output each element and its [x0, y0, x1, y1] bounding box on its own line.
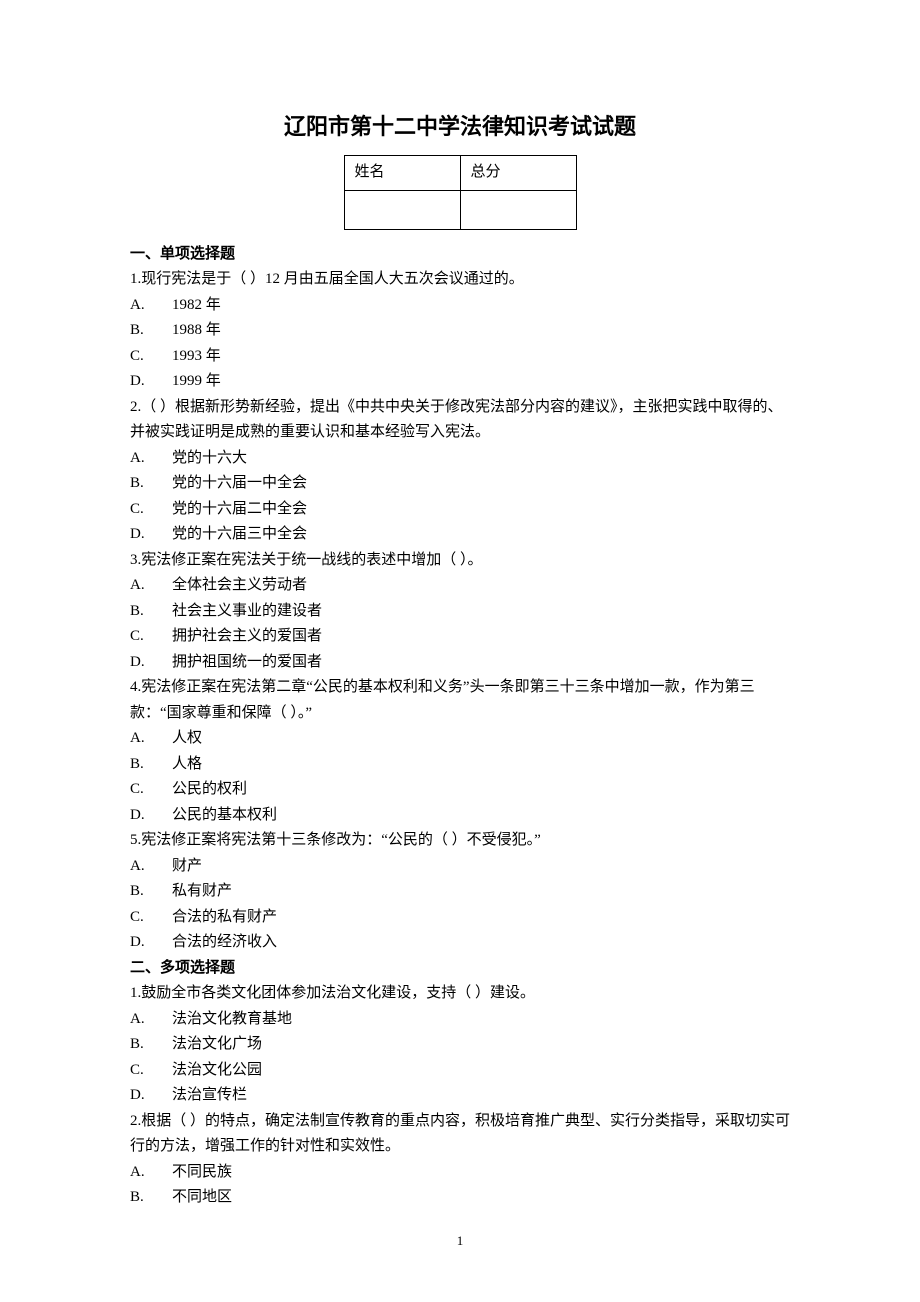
score-header: 总分: [460, 156, 576, 191]
section-2-heading: 二、多项选择题: [130, 956, 790, 982]
table-row: 姓名 总分: [344, 156, 576, 191]
option-text: 人权: [172, 730, 202, 746]
s1-q5-option-b[interactable]: B.私有财产: [130, 879, 790, 905]
option-text: 拥护祖国统一的爱国者: [172, 654, 322, 670]
s2-q1-option-d[interactable]: D.法治宣传栏: [130, 1083, 790, 1109]
s2-q1-option-c[interactable]: C.法治文化公园: [130, 1058, 790, 1084]
option-text: 社会主义事业的建设者: [172, 603, 322, 619]
option-text: 1988 年: [172, 322, 221, 338]
option-text: 不同地区: [172, 1189, 232, 1205]
s1-q1-option-d[interactable]: D.1999 年: [130, 369, 790, 395]
page-number: 1: [0, 1230, 920, 1252]
option-letter: B.: [130, 752, 172, 778]
option-letter: B.: [130, 1032, 172, 1058]
s1-q5-option-c[interactable]: C.合法的私有财产: [130, 905, 790, 931]
s1-q2-option-b[interactable]: B.党的十六届一中全会: [130, 471, 790, 497]
s2-q1-text: 1.鼓励全市各类文化团体参加法治文化建设，支持（ ）建设。: [130, 981, 790, 1007]
s2-q1-option-b[interactable]: B.法治文化广场: [130, 1032, 790, 1058]
s1-q5-option-a[interactable]: A.财产: [130, 854, 790, 880]
option-text: 财产: [172, 858, 202, 874]
option-text: 党的十六届一中全会: [172, 475, 307, 491]
s2-q2-text: 2.根据（ ）的特点，确定法制宣传教育的重点内容，积极培育推广典型、实行分类指导…: [130, 1109, 790, 1160]
s1-q2-text: 2.（ ）根据新形势新经验，提出《中共中央关于修改宪法部分内容的建议》，主张把实…: [130, 395, 790, 446]
s1-q3-option-b[interactable]: B.社会主义事业的建设者: [130, 599, 790, 625]
option-text: 合法的经济收入: [172, 934, 277, 950]
option-letter: D.: [130, 803, 172, 829]
option-text: 公民的基本权利: [172, 807, 277, 823]
s1-q4-option-b[interactable]: B.人格: [130, 752, 790, 778]
option-letter: A.: [130, 446, 172, 472]
option-text: 法治文化教育基地: [172, 1011, 292, 1027]
option-letter: C.: [130, 497, 172, 523]
s1-q4-option-a[interactable]: A.人权: [130, 726, 790, 752]
option-letter: A.: [130, 1007, 172, 1033]
s1-q1-text: 1.现行宪法是于（ ）12 月由五届全国人大五次会议通过的。: [130, 267, 790, 293]
s2-q2-option-a[interactable]: A.不同民族: [130, 1160, 790, 1186]
s2-q1-option-a[interactable]: A.法治文化教育基地: [130, 1007, 790, 1033]
option-text: 党的十六届二中全会: [172, 501, 307, 517]
option-letter: A.: [130, 1160, 172, 1186]
s1-q1-option-b[interactable]: B.1988 年: [130, 318, 790, 344]
info-table: 姓名 总分: [344, 155, 577, 230]
s1-q2-option-d[interactable]: D.党的十六届三中全会: [130, 522, 790, 548]
option-letter: B.: [130, 1185, 172, 1211]
option-text: 私有财产: [172, 883, 232, 899]
option-letter: B.: [130, 879, 172, 905]
s1-q3-text: 3.宪法修正案在宪法关于统一战线的表述中增加（ ）。: [130, 548, 790, 574]
s1-q4-option-d[interactable]: D.公民的基本权利: [130, 803, 790, 829]
s1-q3-option-c[interactable]: C.拥护社会主义的爱国者: [130, 624, 790, 650]
option-letter: D.: [130, 522, 172, 548]
s2-q2-option-b[interactable]: B.不同地区: [130, 1185, 790, 1211]
s1-q3-option-d[interactable]: D.拥护祖国统一的爱国者: [130, 650, 790, 676]
option-text: 1982 年: [172, 297, 221, 313]
option-letter: D.: [130, 369, 172, 395]
option-text: 法治文化广场: [172, 1036, 262, 1052]
s1-q1-option-a[interactable]: A.1982 年: [130, 293, 790, 319]
option-text: 法治文化公园: [172, 1062, 262, 1078]
s1-q5-text: 5.宪法修正案将宪法第十三条修改为：“公民的（ ）不受侵犯。”: [130, 828, 790, 854]
option-letter: C.: [130, 344, 172, 370]
s1-q3-option-a[interactable]: A.全体社会主义劳动者: [130, 573, 790, 599]
option-letter: A.: [130, 854, 172, 880]
option-text: 拥护社会主义的爱国者: [172, 628, 322, 644]
option-letter: C.: [130, 1058, 172, 1084]
s1-q2-option-c[interactable]: C.党的十六届二中全会: [130, 497, 790, 523]
page-title: 辽阳市第十二中学法律知识考试试题: [130, 108, 790, 145]
option-letter: D.: [130, 1083, 172, 1109]
option-text: 法治宣传栏: [172, 1087, 247, 1103]
option-text: 公民的权利: [172, 781, 247, 797]
s1-q4-text: 4.宪法修正案在宪法第二章“公民的基本权利和义务”头一条即第三十三条中增加一款，…: [130, 675, 790, 726]
s1-q5-option-d[interactable]: D.合法的经济收入: [130, 930, 790, 956]
option-text: 全体社会主义劳动者: [172, 577, 307, 593]
s1-q2-option-a[interactable]: A.党的十六大: [130, 446, 790, 472]
name-field[interactable]: [344, 190, 460, 229]
s1-q1-option-c[interactable]: C.1993 年: [130, 344, 790, 370]
option-text: 党的十六届三中全会: [172, 526, 307, 542]
option-text: 不同民族: [172, 1164, 232, 1180]
option-letter: A.: [130, 726, 172, 752]
table-row: [344, 190, 576, 229]
option-letter: D.: [130, 650, 172, 676]
option-text: 党的十六大: [172, 450, 247, 466]
option-letter: B.: [130, 471, 172, 497]
option-text: 人格: [172, 756, 202, 772]
option-letter: A.: [130, 573, 172, 599]
option-letter: B.: [130, 599, 172, 625]
option-letter: B.: [130, 318, 172, 344]
option-letter: D.: [130, 930, 172, 956]
section-1-heading: 一、单项选择题: [130, 242, 790, 268]
option-letter: C.: [130, 624, 172, 650]
exam-page: 辽阳市第十二中学法律知识考试试题 姓名 总分 一、单项选择题 1.现行宪法是于（…: [0, 0, 920, 1302]
option-text: 合法的私有财产: [172, 909, 277, 925]
score-field[interactable]: [460, 190, 576, 229]
s1-q4-option-c[interactable]: C.公民的权利: [130, 777, 790, 803]
name-header: 姓名: [344, 156, 460, 191]
option-letter: C.: [130, 777, 172, 803]
option-text: 1999 年: [172, 373, 221, 389]
option-letter: C.: [130, 905, 172, 931]
option-text: 1993 年: [172, 348, 221, 364]
option-letter: A.: [130, 293, 172, 319]
